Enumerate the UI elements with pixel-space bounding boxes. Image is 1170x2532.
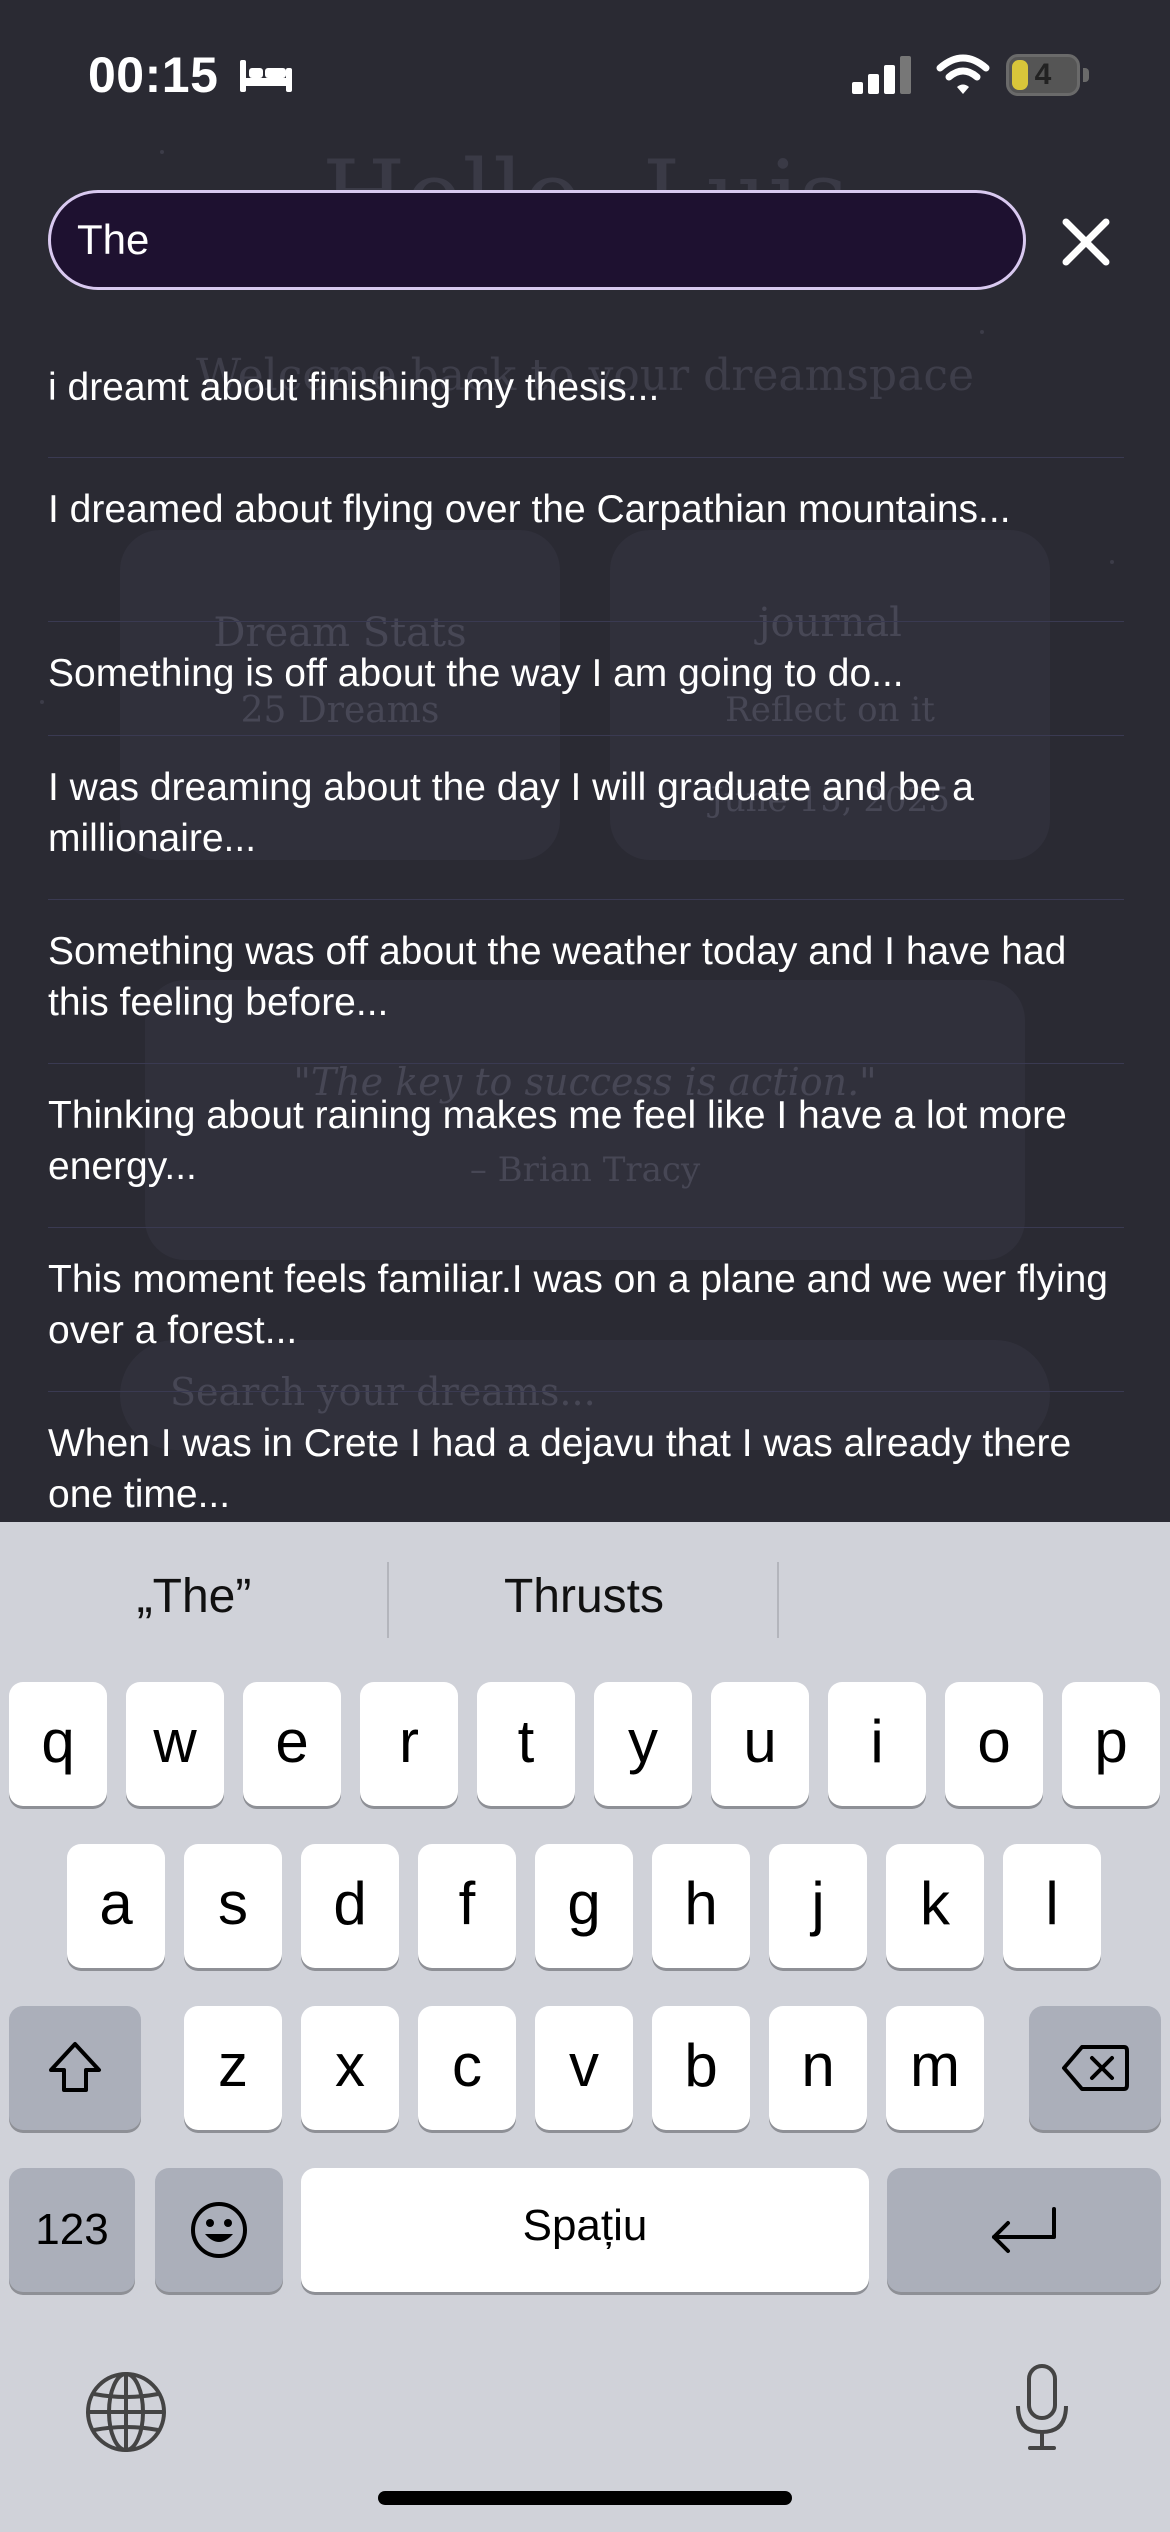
key-e[interactable]: e	[243, 1682, 341, 1806]
globe-icon[interactable]	[84, 2370, 168, 2454]
suggestion-divider	[387, 1562, 389, 1638]
keyboard-suggestion[interactable]: Thrusts	[390, 1522, 778, 1672]
search-result-item[interactable]: Thinking about raining makes me feel lik…	[48, 1064, 1124, 1228]
backspace-key[interactable]	[1029, 2006, 1161, 2130]
search-result-item[interactable]: When I was in Crete I had a dejavu that …	[48, 1392, 1124, 1516]
search-result-item[interactable]: This moment feels familiar.I was on a pl…	[48, 1228, 1124, 1392]
backspace-icon	[1062, 2045, 1129, 2091]
shift-icon	[49, 2042, 101, 2092]
emoji-icon	[191, 2202, 247, 2258]
key-p[interactable]: p	[1062, 1682, 1160, 1806]
suggestion-divider	[777, 1562, 779, 1638]
battery-level: 4	[1034, 58, 1052, 91]
key-f[interactable]: f	[418, 1844, 516, 1968]
numbers-key[interactable]: 123	[9, 2168, 135, 2292]
search-input[interactable]: The	[48, 190, 1026, 290]
key-b[interactable]: b	[652, 2006, 750, 2130]
battery-cap	[1083, 68, 1089, 82]
key-l[interactable]: l	[1003, 1844, 1101, 1968]
key-x[interactable]: x	[301, 2006, 399, 2130]
keyboard: „The” Thrusts q w e r t y u i o p a s d …	[0, 1522, 1170, 2532]
star-dot	[40, 700, 44, 704]
search-input-value: The	[77, 216, 150, 263]
key-r[interactable]: r	[360, 1682, 458, 1806]
emoji-key[interactable]	[155, 2168, 283, 2292]
key-w[interactable]: w	[126, 1682, 224, 1806]
key-d[interactable]: d	[301, 1844, 399, 1968]
status-bar: 00:15 4	[0, 0, 1170, 150]
key-s[interactable]: s	[184, 1844, 282, 1968]
key-m[interactable]: m	[886, 2006, 984, 2130]
key-c[interactable]: c	[418, 2006, 516, 2130]
wifi-icon	[936, 54, 990, 94]
search-result-item[interactable]: Something is off about the way I am goin…	[48, 622, 1124, 736]
bed-icon	[240, 60, 292, 92]
shift-key[interactable]	[9, 2006, 141, 2130]
search-result-item[interactable]: Something was off about the weather toda…	[48, 900, 1124, 1064]
home-indicator[interactable]	[378, 2491, 792, 2505]
search-results-list: i dreamt about finishing my thesis... I …	[48, 362, 1124, 1516]
key-v[interactable]: v	[535, 2006, 633, 2130]
key-a[interactable]: a	[67, 1844, 165, 1968]
key-q[interactable]: q	[9, 1682, 107, 1806]
key-g[interactable]: g	[535, 1844, 633, 1968]
star-dot	[980, 330, 984, 334]
key-z[interactable]: z	[184, 2006, 282, 2130]
cellular-signal-icon	[852, 56, 911, 94]
return-key[interactable]	[887, 2168, 1161, 2292]
key-t[interactable]: t	[477, 1682, 575, 1806]
key-k[interactable]: k	[886, 1844, 984, 1968]
search-result-item[interactable]: i dreamt about finishing my thesis...	[48, 362, 1124, 458]
key-n[interactable]: n	[769, 2006, 867, 2130]
close-icon[interactable]	[1050, 206, 1122, 278]
space-key[interactable]: Spațiu	[301, 2168, 869, 2292]
microphone-icon[interactable]	[1012, 2362, 1072, 2454]
key-j[interactable]: j	[769, 1844, 867, 1968]
search-result-item[interactable]: I dreamed about flying over the Carpathi…	[48, 458, 1124, 622]
return-icon	[992, 2207, 1056, 2253]
key-u[interactable]: u	[711, 1682, 809, 1806]
status-time: 00:15	[88, 47, 219, 103]
key-o[interactable]: o	[945, 1682, 1043, 1806]
keyboard-suggestion[interactable]: „The”	[0, 1522, 388, 1672]
key-i[interactable]: i	[828, 1682, 926, 1806]
search-result-item[interactable]: I was dreaming about the day I will grad…	[48, 736, 1124, 900]
key-y[interactable]: y	[594, 1682, 692, 1806]
key-h[interactable]: h	[652, 1844, 750, 1968]
battery-icon: 4	[1006, 54, 1090, 98]
keyboard-suggestion[interactable]	[780, 1522, 1170, 1672]
